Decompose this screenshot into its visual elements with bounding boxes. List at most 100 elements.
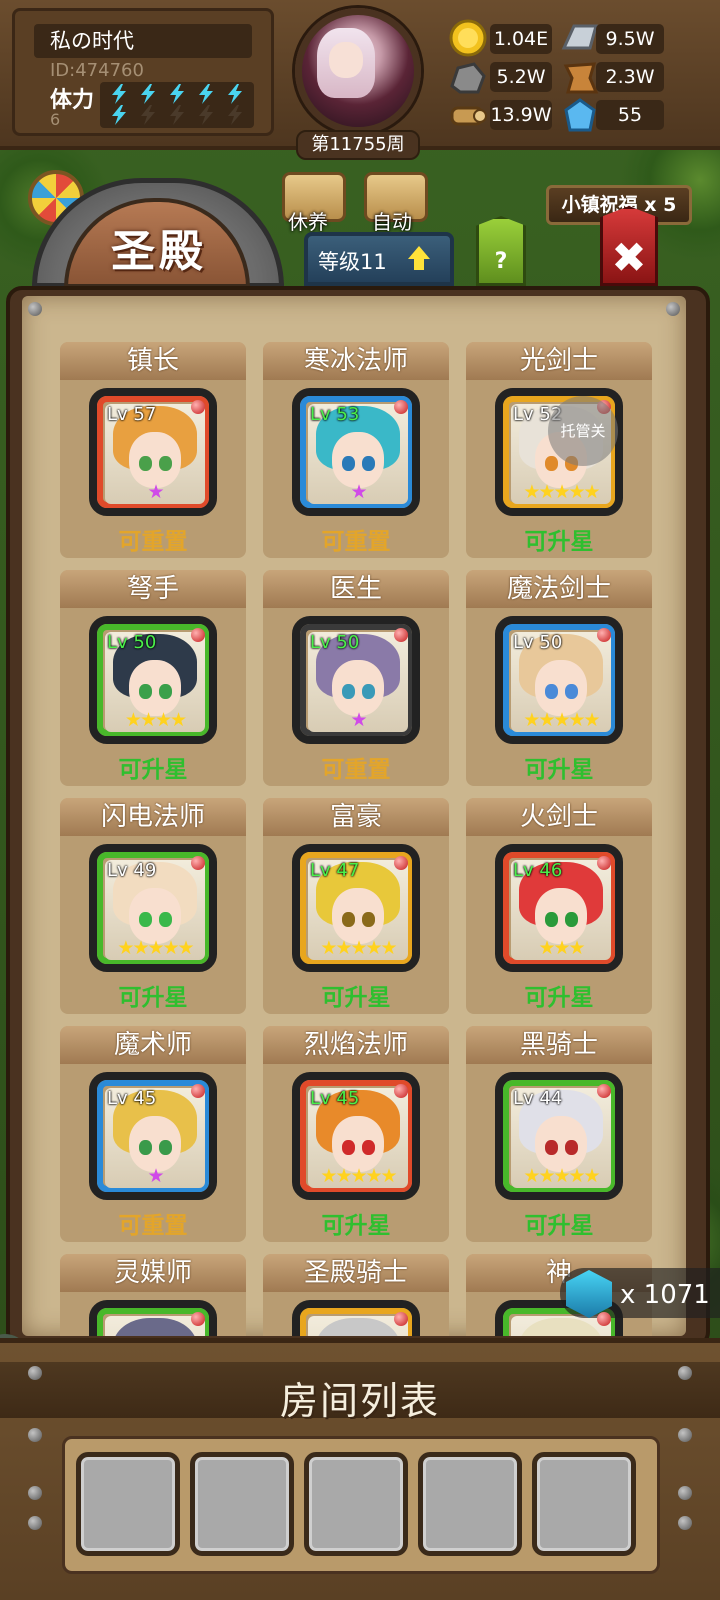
star-rating: ★★★★★: [117, 937, 194, 959]
hero-name: 闪电法师: [60, 798, 246, 836]
hero-hair: [316, 1318, 400, 1336]
token-count: x 1071: [620, 1280, 710, 1310]
hero-name: 医生: [263, 570, 449, 608]
hero-level: Lv 53: [310, 404, 360, 425]
hero-portrait[interactable]: Lv 57 ★: [89, 388, 217, 516]
hero-card[interactable]: 圣殿骑士: [263, 1254, 449, 1336]
close-icon: ✖: [611, 233, 647, 282]
rivet: [678, 1516, 692, 1530]
bolt-icon: [228, 84, 242, 104]
rivet: [678, 1366, 692, 1380]
hero-card[interactable]: 魔术师 Lv 45 ★ 可重置: [60, 1026, 246, 1242]
hero-portrait[interactable]: Lv 45 ★: [89, 1072, 217, 1200]
hero-portrait[interactable]: Lv 50 ★: [292, 616, 420, 744]
room-slot[interactable]: [532, 1452, 636, 1556]
hero-card[interactable]: 医生 Lv 50 ★ 可重置: [263, 570, 449, 786]
crystal-amount: 55: [596, 100, 664, 130]
hero-status[interactable]: 可升星: [466, 522, 652, 556]
hero-status[interactable]: 可升星: [263, 1206, 449, 1240]
bolt-empty-icon: [141, 105, 155, 125]
bolt-empty-icon: [170, 105, 184, 125]
iron-amount: 9.5W: [596, 24, 664, 54]
hero-portrait[interactable]: Lv 50 ★★★★★: [495, 616, 623, 744]
hero-eye: [362, 456, 375, 471]
hero-portrait[interactable]: Lv 50 ★★★★: [89, 616, 217, 744]
hero-face: [535, 1116, 587, 1172]
hero-eye: [362, 1140, 375, 1155]
hero-level: Lv 57: [107, 404, 157, 425]
leather-amount: 2.3W: [596, 62, 664, 92]
hero-status[interactable]: 可升星: [466, 1206, 652, 1240]
notification-dot-icon: [394, 400, 408, 414]
rivet: [28, 1428, 42, 1442]
room-slot[interactable]: [418, 1452, 522, 1556]
hero-name: 灵媒师: [60, 1254, 246, 1292]
hero-status[interactable]: 可重置: [60, 522, 246, 556]
star-rating: ★★★★★: [523, 709, 600, 731]
help-button[interactable]: ?: [476, 216, 526, 286]
hero-level: Lv 50: [513, 632, 563, 653]
hero-eye: [545, 1140, 558, 1155]
hero-card[interactable]: 烈焰法师 Lv 45 ★★★★★ 可升星: [263, 1026, 449, 1242]
notification-dot-icon: [191, 628, 205, 642]
star-rating: ★★★★★: [523, 481, 600, 503]
hero-status[interactable]: 可升星: [263, 978, 449, 1012]
hero-portrait[interactable]: Lv 53 ★: [292, 388, 420, 516]
hero-eye: [159, 684, 172, 699]
hero-eye: [159, 456, 172, 471]
hero-portrait[interactable]: [89, 1300, 217, 1336]
hero-status[interactable]: 可升星: [466, 750, 652, 784]
player-id: ID:474760: [50, 60, 144, 81]
temple-level-label: 等级11: [318, 250, 387, 274]
room-slot[interactable]: [190, 1452, 294, 1556]
hero-status[interactable]: 可升星: [60, 750, 246, 784]
rivet: [28, 1516, 42, 1530]
hero-status[interactable]: 可重置: [263, 522, 449, 556]
star-rating: ★★★★★: [320, 937, 397, 959]
hero-card[interactable]: 闪电法师 Lv 49 ★★★★★ 可升星: [60, 798, 246, 1014]
hero-card[interactable]: 弩手 Lv 50 ★★★★ 可升星: [60, 570, 246, 786]
hero-portrait[interactable]: Lv 45 ★★★★★: [292, 1072, 420, 1200]
hero-eye: [342, 684, 355, 699]
hero-status[interactable]: 可升星: [466, 978, 652, 1012]
player-avatar[interactable]: [283, 4, 433, 144]
stamina-value: 6: [50, 110, 61, 129]
page-title: 圣殿: [111, 226, 207, 277]
notification-dot-icon: [191, 1312, 205, 1326]
hero-card[interactable]: 灵媒师: [60, 1254, 246, 1336]
blue-crystal-icon: [564, 98, 596, 132]
hero-card[interactable]: 黑骑士 Lv 44 ★★★★★ 可升星: [466, 1026, 652, 1242]
hero-face: [129, 432, 181, 488]
rivet: [28, 1366, 42, 1380]
rest-button-label: 休养: [288, 210, 328, 234]
hero-card[interactable]: 火剑士 Lv 46 ★★★ 可升星: [466, 798, 652, 1014]
hero-portrait[interactable]: Lv 49 ★★★★★: [89, 844, 217, 972]
hero-card[interactable]: 富豪 Lv 47 ★★★★★ 可升星: [263, 798, 449, 1014]
hero-portrait[interactable]: Lv 44 ★★★★★: [495, 1072, 623, 1200]
hero-face: [332, 660, 384, 716]
hero-card[interactable]: 镇长 Lv 57 ★ 可重置: [60, 342, 246, 558]
hero-face: [129, 888, 181, 944]
star-rating: ★: [147, 481, 164, 503]
hero-status[interactable]: 可重置: [263, 750, 449, 784]
room-slot[interactable]: [76, 1452, 180, 1556]
hero-portrait[interactable]: [292, 1300, 420, 1336]
rivet: [678, 1428, 692, 1442]
hero-name: 黑骑士: [466, 1026, 652, 1064]
hero-portrait[interactable]: Lv 47 ★★★★★: [292, 844, 420, 972]
hero-eye: [342, 912, 355, 927]
hero-face: [535, 888, 587, 944]
hero-portrait[interactable]: Lv 46 ★★★: [495, 844, 623, 972]
hero-level: Lv 50: [107, 632, 157, 653]
hero-card[interactable]: 魔法剑士 Lv 50 ★★★★★ 可升星: [466, 570, 652, 786]
hero-status[interactable]: 可重置: [60, 1206, 246, 1240]
hero-eye: [159, 1140, 172, 1155]
hero-name: 圣殿骑士: [263, 1254, 449, 1292]
star-rating: ★: [350, 709, 367, 731]
stone-amount: 5.2W: [490, 62, 552, 92]
hero-card[interactable]: 寒冰法师 Lv 53 ★ 可重置: [263, 342, 449, 558]
room-slot[interactable]: [304, 1452, 408, 1556]
hero-level: Lv 50: [310, 632, 360, 653]
hero-eye: [565, 1140, 578, 1155]
hero-status[interactable]: 可升星: [60, 978, 246, 1012]
